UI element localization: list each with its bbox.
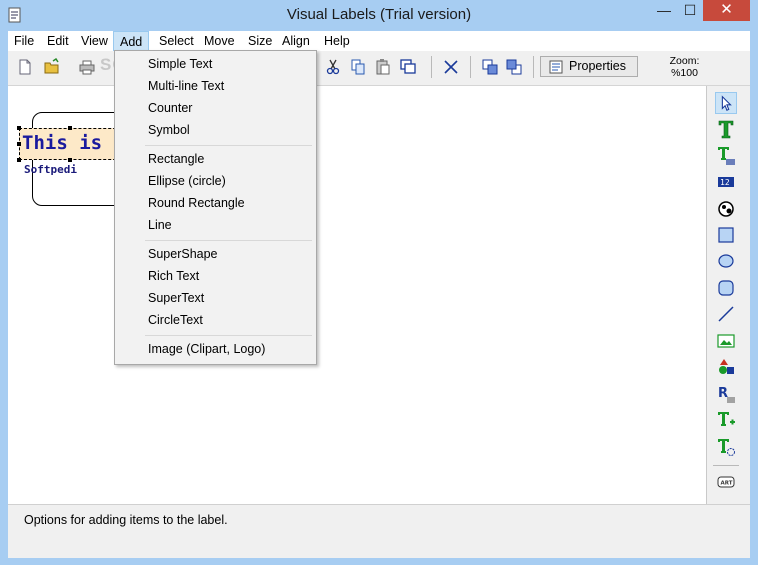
- send-back-icon[interactable]: [505, 58, 523, 76]
- rectangle-icon[interactable]: [715, 224, 737, 246]
- image-icon[interactable]: [715, 330, 737, 352]
- resize-handle[interactable]: [17, 126, 21, 130]
- symbol-icon[interactable]: [715, 198, 737, 220]
- label-canvas[interactable]: This is Softpedi: [8, 86, 707, 504]
- minimize-button[interactable]: —: [651, 0, 677, 21]
- menu-item-multiline-text[interactable]: Multi-line Text: [115, 75, 314, 97]
- menu-edit[interactable]: Edit: [41, 31, 75, 51]
- open-icon[interactable]: [43, 58, 61, 76]
- menu-item-supertext[interactable]: SuperText: [115, 287, 314, 309]
- print-icon[interactable]: [78, 58, 96, 76]
- resize-handle[interactable]: [17, 142, 21, 146]
- menu-item-supershape[interactable]: SuperShape: [115, 243, 314, 265]
- rich-text-icon[interactable]: R: [715, 383, 737, 405]
- close-button[interactable]: ✕: [703, 0, 750, 21]
- menu-view[interactable]: View: [75, 31, 114, 51]
- circletext-icon[interactable]: [715, 436, 737, 458]
- cut-icon[interactable]: [324, 58, 342, 76]
- supertext-icon[interactable]: [715, 409, 737, 431]
- supershape-icon[interactable]: [715, 356, 737, 378]
- toolbar-separator: [470, 56, 471, 78]
- status-bar: Options for adding items to the label.: [8, 504, 750, 558]
- menu-size[interactable]: Size: [242, 31, 278, 51]
- window-title: Visual Labels (Trial version): [286, 6, 472, 23]
- menu-item-circletext[interactable]: CircleText: [115, 309, 314, 331]
- toolbar-separator: [431, 56, 432, 78]
- multiline-text-icon[interactable]: [715, 145, 737, 167]
- delete-icon[interactable]: [442, 58, 460, 76]
- status-text: Options for adding items to the label.: [24, 513, 228, 527]
- round-rectangle-icon[interactable]: [715, 277, 737, 299]
- line-icon[interactable]: [715, 303, 737, 325]
- zoom-label: Zoom:: [669, 55, 700, 67]
- new-icon[interactable]: [16, 58, 34, 76]
- menu-file[interactable]: File: [8, 31, 40, 51]
- menu-item-image[interactable]: Image (Clipart, Logo): [115, 338, 314, 360]
- art-icon[interactable]: ART: [715, 471, 737, 493]
- label-text-small: Softpedi: [24, 163, 77, 176]
- copy-icon[interactable]: [349, 58, 367, 76]
- properties-label: Properties: [569, 59, 626, 73]
- properties-icon: [549, 60, 563, 74]
- object-toolbar: 12 R ART: [707, 86, 750, 504]
- menu-item-line[interactable]: Line: [115, 214, 314, 236]
- resize-handle[interactable]: [68, 126, 72, 130]
- resize-handle[interactable]: [68, 158, 72, 162]
- resize-handle[interactable]: [17, 158, 21, 162]
- menu-item-rich-text[interactable]: Rich Text: [115, 265, 314, 287]
- menu-item-round-rectangle[interactable]: Round Rectangle: [115, 192, 314, 214]
- properties-button[interactable]: Properties: [540, 56, 638, 77]
- zoom-value: %100: [671, 67, 698, 79]
- menu-separator: [145, 335, 312, 336]
- menu-help[interactable]: Help: [318, 31, 356, 51]
- menu-separator: [145, 240, 312, 241]
- counter-icon[interactable]: 12: [715, 171, 737, 193]
- menu-select[interactable]: Select: [153, 31, 200, 51]
- toolbar-separator: [713, 465, 739, 466]
- bring-front-icon[interactable]: [481, 58, 499, 76]
- menu-item-symbol[interactable]: Symbol: [115, 119, 314, 141]
- simple-text-icon[interactable]: [715, 118, 737, 140]
- menu-item-counter[interactable]: Counter: [115, 97, 314, 119]
- label-text-large: This is: [22, 132, 103, 154]
- title-bar: Visual Labels (Trial version) — ☐ ✕: [0, 0, 758, 31]
- menu-separator: [145, 145, 312, 146]
- menu-bar: File Edit View Add Select Move Size Alig…: [8, 31, 750, 51]
- maximize-button[interactable]: ☐: [677, 0, 703, 21]
- menu-item-simple-text[interactable]: Simple Text: [115, 53, 314, 75]
- pointer-icon[interactable]: [715, 92, 737, 114]
- toolbar-separator: [533, 56, 534, 78]
- svg-text:12: 12: [720, 178, 730, 187]
- ellipse-icon[interactable]: [715, 250, 737, 272]
- menu-align[interactable]: Align: [276, 31, 316, 51]
- paste-icon[interactable]: [374, 58, 392, 76]
- svg-text:R: R: [718, 386, 728, 401]
- menu-item-rectangle[interactable]: Rectangle: [115, 148, 314, 170]
- menu-add[interactable]: Add: [113, 31, 150, 51]
- svg-text:ART: ART: [721, 481, 733, 487]
- duplicate-icon[interactable]: [399, 58, 417, 76]
- zoom-display: Zoom: %100: [662, 55, 707, 79]
- menu-item-ellipse[interactable]: Ellipse (circle): [115, 170, 314, 192]
- add-menu-dropdown: Simple Text Multi-line Text Counter Symb…: [114, 50, 317, 365]
- menu-move[interactable]: Move: [198, 31, 241, 51]
